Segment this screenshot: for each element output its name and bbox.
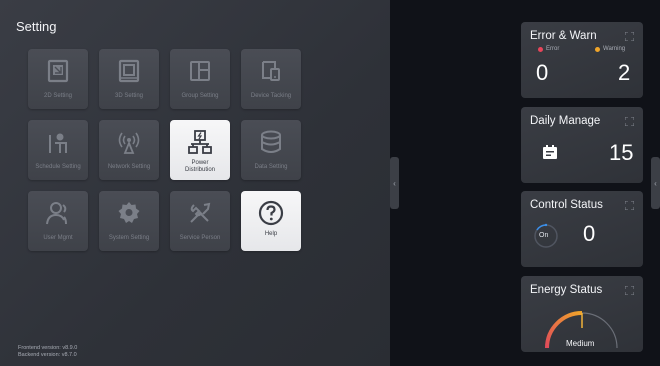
backend-version: Backend version: v8.7.0 bbox=[18, 351, 77, 358]
group-setting-icon bbox=[190, 61, 210, 81]
control-status-card[interactable]: Control Status On 0 bbox=[521, 191, 643, 267]
error-warn-card[interactable]: Error & Warn Error Warning 0 2 bbox=[521, 22, 643, 98]
frontend-version: Frontend version: v8.9.0 bbox=[18, 345, 78, 351]
tile-help[interactable]: Help bbox=[241, 191, 301, 251]
tile-label: 3D Setting bbox=[114, 93, 144, 99]
expand-icon[interactable] bbox=[625, 201, 634, 210]
tile-label: Group Setting bbox=[181, 93, 219, 99]
tile-label: User Mgmt bbox=[43, 235, 73, 241]
device-tracking-icon bbox=[262, 61, 280, 81]
chevron-left-icon: ‹ bbox=[393, 178, 396, 188]
daily-manage-card[interactable]: Daily Manage 15 bbox=[521, 107, 643, 183]
user-mgmt-icon bbox=[46, 202, 67, 225]
daily-manage-count: 15 bbox=[609, 140, 634, 165]
calendar-icon bbox=[543, 145, 557, 159]
expand-icon[interactable] bbox=[625, 117, 634, 126]
data-setting-icon bbox=[261, 130, 281, 153]
tile-service-person[interactable]: Service Person bbox=[170, 191, 230, 251]
energy-status-card[interactable]: Energy Status Medium bbox=[521, 276, 643, 352]
tile-label: Schedule Setting bbox=[35, 164, 81, 170]
error-count: 0 bbox=[536, 60, 549, 85]
tile-system-setting[interactable]: System Setting bbox=[99, 191, 159, 251]
tile-label: Network Setting bbox=[107, 164, 151, 170]
tile-device-tracking[interactable]: Device Tacking bbox=[241, 49, 301, 109]
help-icon bbox=[258, 200, 284, 226]
tile-label: Service Person bbox=[179, 235, 221, 241]
tile-2d-setting[interactable]: 2D Setting bbox=[28, 49, 88, 109]
tile-label: Device Tacking bbox=[250, 93, 292, 99]
energy-level-label: Medium bbox=[566, 339, 595, 348]
tile-label: Help bbox=[264, 231, 278, 237]
version-info: Frontend version: v8.9.0 Backend version… bbox=[18, 345, 77, 358]
tile-group-setting[interactable]: Group Setting bbox=[170, 49, 230, 109]
system-setting-icon bbox=[118, 202, 140, 223]
panel-collapse-handle[interactable]: ‹ bbox=[390, 157, 399, 209]
tile-label: System Setting bbox=[108, 235, 150, 241]
tile-3d-setting[interactable]: 3D Setting bbox=[99, 49, 159, 109]
chevron-left-icon: ‹ bbox=[654, 178, 657, 188]
schedule-setting-icon bbox=[49, 133, 67, 153]
card-title: Error & Warn bbox=[530, 30, 597, 42]
service-person-icon bbox=[190, 202, 211, 223]
tile-schedule-setting[interactable]: Schedule Setting bbox=[28, 120, 88, 180]
settings-panel: Setting 2D Setting 3D Setting Group Sett… bbox=[0, 0, 390, 366]
tile-label: 2D Setting bbox=[43, 93, 73, 99]
card-title: Control Status bbox=[530, 199, 603, 211]
card-title: Energy Status bbox=[530, 284, 603, 296]
expand-icon[interactable] bbox=[625, 32, 634, 41]
3d-setting-icon bbox=[118, 59, 140, 83]
tile-label: Power Distribution bbox=[184, 160, 215, 173]
network-setting-icon bbox=[118, 132, 140, 154]
control-status-count: 0 bbox=[583, 221, 596, 246]
card-title: Daily Manage bbox=[530, 115, 601, 127]
tile-label: Data Setting bbox=[254, 164, 288, 170]
tile-user-mgmt[interactable]: User Mgmt bbox=[28, 191, 88, 251]
warning-dot bbox=[595, 46, 600, 52]
page-title: Setting bbox=[16, 19, 57, 34]
on-toggle-label: On bbox=[539, 232, 549, 239]
expand-icon[interactable] bbox=[625, 286, 634, 295]
tile-network-setting[interactable]: Network Setting bbox=[99, 120, 159, 180]
warning-legend: Warning bbox=[595, 46, 625, 52]
tile-power-distribution[interactable]: Power Distribution bbox=[170, 120, 230, 180]
error-legend: Error bbox=[538, 46, 559, 52]
warning-count: 2 bbox=[618, 60, 631, 85]
tile-data-setting[interactable]: Data Setting bbox=[241, 120, 301, 180]
power-distribution-icon bbox=[188, 130, 212, 154]
sidebar-collapse-handle[interactable]: ‹ bbox=[651, 157, 660, 209]
error-label: Error bbox=[546, 46, 560, 52]
2d-setting-icon bbox=[47, 59, 69, 83]
error-dot bbox=[538, 46, 543, 52]
warning-label: Warning bbox=[603, 46, 626, 52]
